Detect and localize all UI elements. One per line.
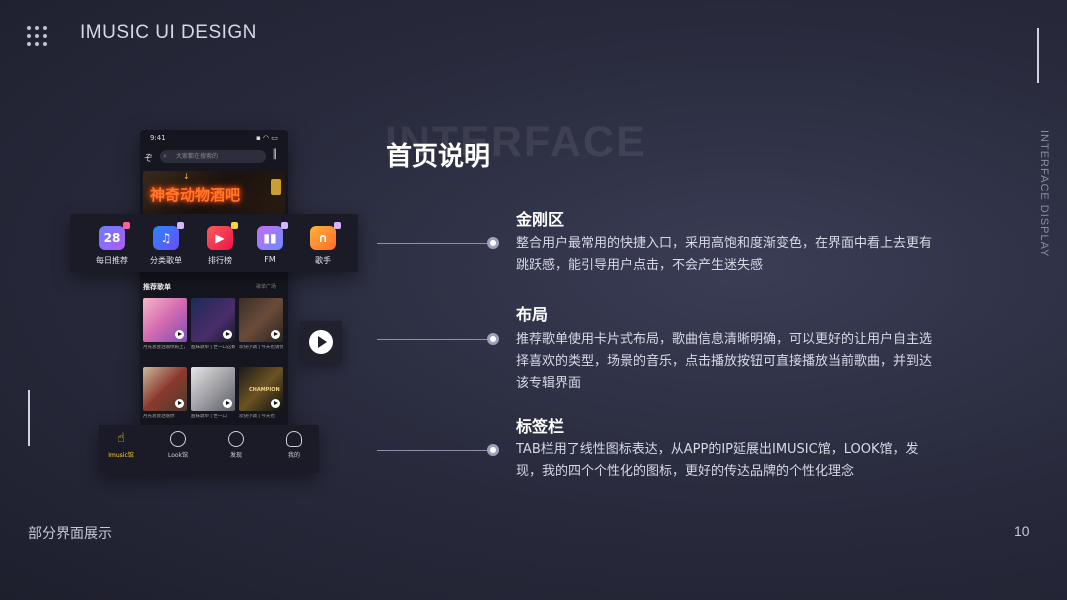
- quick-entry-label: 分类歌单: [150, 256, 182, 265]
- playlist-card[interactable]: 甜妹歌单 | 世一口这颗夏天的气泡…: [191, 298, 235, 351]
- playlist-card[interactable]: 月光总会洒落你: [143, 367, 187, 420]
- quick-entry-playlist[interactable]: ♫ 分类歌单: [143, 222, 189, 266]
- search-input[interactable]: 大家都在搜索的: [160, 150, 266, 163]
- card-title: 甜妹歌单 | 世一口这颗夏天的气泡…: [191, 345, 235, 350]
- connector-line: [377, 450, 487, 451]
- decor-line-left: [28, 390, 30, 446]
- section-desc-layout: 推荐歌单使用卡片式布局，歌曲信息清晰明确，可以更好的让用户自主选择喜欢的类型，场…: [516, 332, 933, 391]
- playlist-card[interactable]: CHAMPION 欢快小调 | 今天也: [239, 367, 283, 420]
- calendar-icon: 28: [99, 222, 130, 250]
- cover-image: [191, 298, 235, 342]
- banner[interactable]: ↓ 神奇动物酒吧: [143, 171, 285, 215]
- card-title: 甜妹歌单 | 世一口: [191, 414, 227, 419]
- app-logo-icon: ぞ: [144, 154, 154, 164]
- playlist-card[interactable]: 月光总会洒落你肩上，今晚合唱…: [143, 298, 187, 351]
- card-title: 月光总会洒落你: [143, 414, 175, 419]
- badge: [123, 222, 130, 229]
- phone-mockup: 9:41 ▪ ◠ ▭ ぞ 大家都在搜索的 ⌕ ║ ↓ 神奇动物酒吧 推荐歌单 歌…: [140, 130, 288, 430]
- playlist-card[interactable]: 欢快小调 | 今天也请你务必要开心…: [239, 298, 283, 351]
- page-title: 首页说明: [386, 142, 491, 172]
- arrow-down-icon: ↓: [183, 172, 190, 181]
- card-title: 欢快小调 | 今天也: [239, 414, 275, 419]
- video-icon: ▶: [207, 222, 238, 250]
- tab-label: 我的: [287, 452, 300, 459]
- play-icon[interactable]: [223, 330, 232, 339]
- play-button[interactable]: [300, 321, 342, 363]
- connector-dot: [487, 333, 499, 345]
- cover-image: CHAMPION: [239, 367, 283, 411]
- hand-icon: ☝: [117, 431, 125, 446]
- cover-overlay-text: CHAMPION: [249, 387, 280, 393]
- play-icon[interactable]: [175, 399, 184, 408]
- banner-decor: [271, 179, 281, 195]
- quick-entry-fm[interactable]: ▮▮ FM: [247, 222, 293, 264]
- play-icon[interactable]: [175, 330, 184, 339]
- tab-label: 发现: [229, 452, 242, 459]
- quick-entry-ranking[interactable]: ▶ 排行榜: [197, 222, 243, 266]
- side-vertical-label: INTERFACE DISPLAY: [1038, 130, 1050, 258]
- banner-title: 神奇动物酒吧: [150, 186, 241, 204]
- tab-label: Look馆: [167, 452, 189, 459]
- status-icons: ▪ ◠ ▭: [256, 134, 278, 142]
- quick-entry-label: 歌手: [315, 256, 331, 265]
- menu-grid-icon[interactable]: [27, 26, 47, 46]
- section-title: 推荐歌单: [143, 283, 171, 291]
- quick-entry-label: FM: [264, 255, 276, 264]
- section-desc-tabbar: TAB栏用了线性图标表达，从APP的IP延展出IMUSIC馆，LOOK馆，发现，…: [516, 442, 919, 479]
- search-icon: ⌕: [163, 152, 167, 160]
- page-number: 10: [1014, 523, 1030, 539]
- cover-image: [191, 367, 235, 411]
- section-title-layout: 布局: [516, 305, 549, 324]
- decor-line-right: [1037, 28, 1039, 83]
- connector-line: [377, 339, 487, 340]
- play-icon: [309, 330, 333, 354]
- tab-look[interactable]: Look馆: [158, 431, 198, 459]
- card-title: 月光总会洒落你肩上，今晚合唱…: [143, 345, 187, 350]
- footer-label: 部分界面展示: [28, 526, 112, 542]
- quick-entry-singer[interactable]: ∩ 歌手: [300, 222, 346, 266]
- headphones-icon: [286, 431, 302, 447]
- connector-line: [377, 243, 487, 244]
- tab-imusic[interactable]: ☝ Imusic馆: [101, 431, 141, 459]
- tab-label: Imusic馆: [108, 452, 134, 459]
- connector-dot: [487, 444, 499, 456]
- playlist-icon: ♫: [153, 222, 184, 250]
- quick-entry-bar: 28 每日推荐 ♫ 分类歌单 ▶ 排行榜 ▮▮ FM ∩ 歌手: [70, 214, 358, 272]
- cover-image: [143, 367, 187, 411]
- card-title: 欢快小调 | 今天也请你务必要开心…: [239, 345, 283, 350]
- cover-image: [239, 298, 283, 342]
- badge: [231, 222, 238, 229]
- quick-entry-label: 每日推荐: [96, 256, 128, 265]
- playlist-card[interactable]: 甜妹歌单 | 世一口: [191, 367, 235, 420]
- tab-mine[interactable]: 我的: [274, 431, 314, 459]
- connector-dot: [487, 237, 499, 249]
- status-time: 9:41: [150, 134, 166, 142]
- calendar-date: 28: [103, 231, 121, 245]
- play-icon[interactable]: [271, 330, 280, 339]
- quick-entry-label: 排行榜: [208, 256, 232, 265]
- badge: [281, 222, 288, 229]
- play-icon[interactable]: [223, 399, 232, 408]
- page-header-title: IMUSIC UI DESIGN: [80, 22, 257, 43]
- bars-icon: ▮▮: [257, 222, 288, 250]
- cover-image: [143, 298, 187, 342]
- badge: [334, 222, 341, 229]
- tab-bar: ☝ Imusic馆 Look馆 发现 我的: [99, 425, 319, 473]
- badge: [177, 222, 184, 229]
- section-desc-jingang: 整合用户最常用的快捷入口，采用高饱和度渐变色，在界面中看上去更有跳跃感，能引导用…: [516, 236, 933, 273]
- section-more-link[interactable]: 歌单广场: [256, 283, 276, 290]
- tab-discover[interactable]: 发现: [216, 431, 256, 459]
- quick-entry-daily[interactable]: 28 每日推荐: [89, 222, 135, 266]
- equalizer-icon[interactable]: ║: [272, 150, 277, 160]
- play-icon[interactable]: [271, 399, 280, 408]
- headphones-icon: ∩: [310, 222, 341, 250]
- compass-icon: [228, 431, 244, 447]
- section-title-tabbar: 标签栏: [516, 417, 565, 436]
- section-title-jingang: 金刚区: [516, 210, 565, 229]
- disc-icon: [170, 431, 186, 447]
